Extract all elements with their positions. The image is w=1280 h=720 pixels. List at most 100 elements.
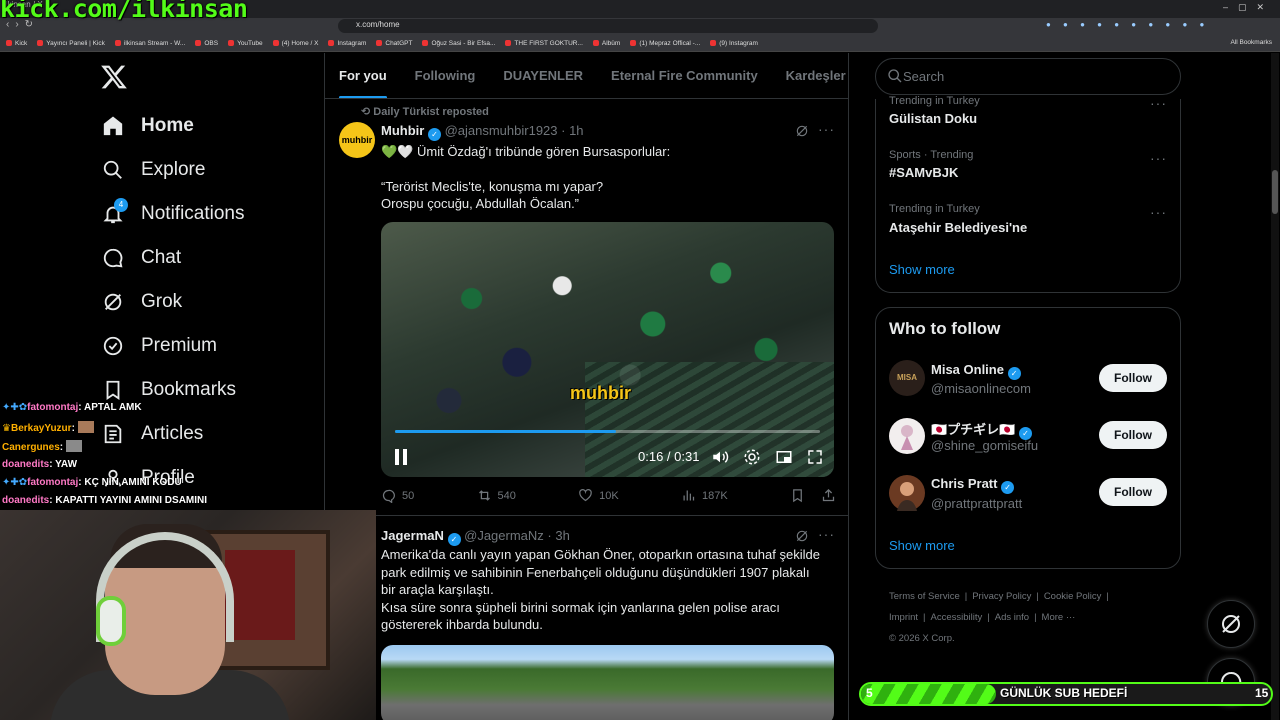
bookmark-favicon-icon [710,40,717,46]
nav-premium[interactable]: Premium [102,330,217,362]
tab-eternal-fire[interactable]: Eternal Fire Community [597,53,772,98]
avatar[interactable]: muhbir [339,122,375,158]
footer-separator: | [1106,591,1109,602]
trend-name[interactable]: #SAMvBJK [889,165,958,180]
more-icon[interactable]: ··· [1150,95,1167,111]
tab-for-you[interactable]: For you [325,53,401,98]
more-icon[interactable]: ··· [818,526,835,542]
footer-link[interactable]: More ··· [1042,612,1076,623]
like-button[interactable]: 10K [578,488,619,503]
x-logo-icon[interactable] [100,62,128,92]
chat-message: Canergunes: [2,440,82,453]
avatar[interactable]: MISA [889,360,925,396]
trend-name[interactable]: Ataşehir Belediyesi'ne [889,220,1027,235]
chat-username: fatomontaj [27,477,79,488]
more-icon[interactable]: ··· [1150,204,1167,220]
grok-icon[interactable] [795,529,809,543]
search-placeholder[interactable]: Search [903,69,944,84]
bookmark-icon [793,489,802,503]
bookmark-item[interactable]: YouTube [228,40,263,47]
bookmark-item[interactable]: Kick [6,40,27,47]
share-icon[interactable] [821,488,836,503]
follow-show-more[interactable]: Show more [889,538,955,553]
nav-explore[interactable]: Explore [102,154,205,186]
tweet-time[interactable]: · 1h [561,123,583,138]
url-text[interactable]: x.com/home [356,20,400,29]
reply-button[interactable]: 50 [381,488,414,503]
pause-icon[interactable] [393,448,409,466]
tweet-video[interactable] [381,222,834,477]
nav-home[interactable]: Home [102,110,194,142]
follow-button[interactable]: Follow [1099,478,1167,506]
follow-user-handle[interactable]: @misaonlinecom [931,381,1031,396]
footer-link[interactable]: Imprint [889,612,918,623]
tweet-actions: 50 540 10K 187K [381,488,836,503]
repost-button[interactable]: 540 [477,488,516,503]
follow-button[interactable]: Follow [1099,364,1167,392]
scrollbar[interactable] [1271,53,1279,720]
author-handle[interactable]: @JagermaNz [464,528,544,543]
bookmark-item[interactable]: (4) Home / X [272,39,319,47]
footer-link[interactable]: Cookie Policy [1044,591,1102,602]
nav-label: Articles [141,423,204,444]
bookmark-item[interactable]: ilkinsan Stream - W... [114,40,185,47]
bookmark-item[interactable]: Oğuz Sasi - Bir Efsa... [422,40,495,47]
grok-icon[interactable] [795,124,809,138]
bookmark-item[interactable]: Instagram [328,40,366,47]
tab-duayenler[interactable]: DUAYENLER [489,53,597,98]
trend-name[interactable]: Gülistan Doku [889,111,977,126]
tweet-image[interactable] [381,645,834,720]
bookmark-favicon-icon [272,40,279,46]
divider [325,515,848,516]
fullscreen-icon[interactable] [806,448,824,466]
nav-articles[interactable]: Articles [102,418,203,450]
tab-following[interactable]: Following [401,53,490,98]
footer-link[interactable]: Terms of Service [889,591,960,602]
nav-label: Home [141,115,194,136]
bookmark-label: OBS [204,39,219,47]
bookmark-item[interactable]: ChatGPT [376,40,412,47]
bookmark-item[interactable]: THE FIRST GOKTUR... [505,40,583,47]
bookmark-label: (4) Home / X [281,39,319,47]
author-name[interactable]: Muhbir [381,123,424,138]
url-field[interactable] [338,19,878,33]
more-icon[interactable]: ··· [818,121,835,137]
tweet-line: 💚🤍 Ümit Özdağ'ı tribünde gören Bursaspor… [381,144,671,159]
scrollbar-thumb[interactable] [1272,170,1278,214]
avatar[interactable] [889,475,925,511]
bookmark-label: (9) Instagram [719,39,758,47]
repost-indicator[interactable]: ⟲ Daily Türkist reposted [361,105,489,118]
nav-grok[interactable]: Grok [102,286,182,318]
follow-user-name[interactable]: Misa Online ✓ [931,362,1021,380]
bookmark-item[interactable]: Yayıncı Paneli | Kick [37,40,105,47]
footer-link[interactable]: Privacy Policy [972,591,1031,602]
grok-fab[interactable] [1207,600,1255,648]
pip-icon[interactable] [775,448,793,466]
avatar[interactable] [889,418,925,454]
volume-icon[interactable] [711,448,729,466]
follow-user-name[interactable]: 🇯🇵プチギレ🇯🇵 ✓ [931,419,1032,440]
tab-kardesler[interactable]: Kardeşler K [772,53,848,98]
window-controls[interactable]: –▢✕ [1223,2,1274,13]
nav-chat[interactable]: Chat [102,242,181,274]
trends-show-more[interactable]: Show more [889,262,955,277]
tweet-time[interactable]: · 3h [547,528,569,543]
follow-user-name[interactable]: Chris Pratt ✓ [931,476,1015,494]
bookmark-item[interactable]: (1) Mepraz Offical -... [630,40,700,47]
follow-user-handle[interactable]: @shine_gomiseifu [931,438,1038,453]
author-name[interactable]: JagermaN [381,528,444,543]
footer-link[interactable]: Ads info [995,612,1029,623]
follow-button[interactable]: Follow [1099,421,1167,449]
more-icon[interactable]: ··· [1150,150,1167,166]
author-handle[interactable]: @ajansmuhbir1923 [445,123,558,138]
views-button[interactable]: 187K [681,488,728,503]
follow-user-handle[interactable]: @prattprattpratt [931,496,1022,511]
all-bookmarks[interactable]: All Bookmarks [1230,39,1272,46]
footer-link[interactable]: Accessibility [931,612,983,623]
bookmark-item[interactable]: OBS [195,40,218,47]
bookmark-item[interactable]: Albüm [592,40,620,47]
settings-icon[interactable] [743,448,761,466]
bookmark-button[interactable] [790,488,836,503]
extension-icons[interactable]: ● ● ● ● ● ● ● ● ● ● [1046,20,1209,29]
bookmark-item[interactable]: (9) Instagram [710,40,758,47]
